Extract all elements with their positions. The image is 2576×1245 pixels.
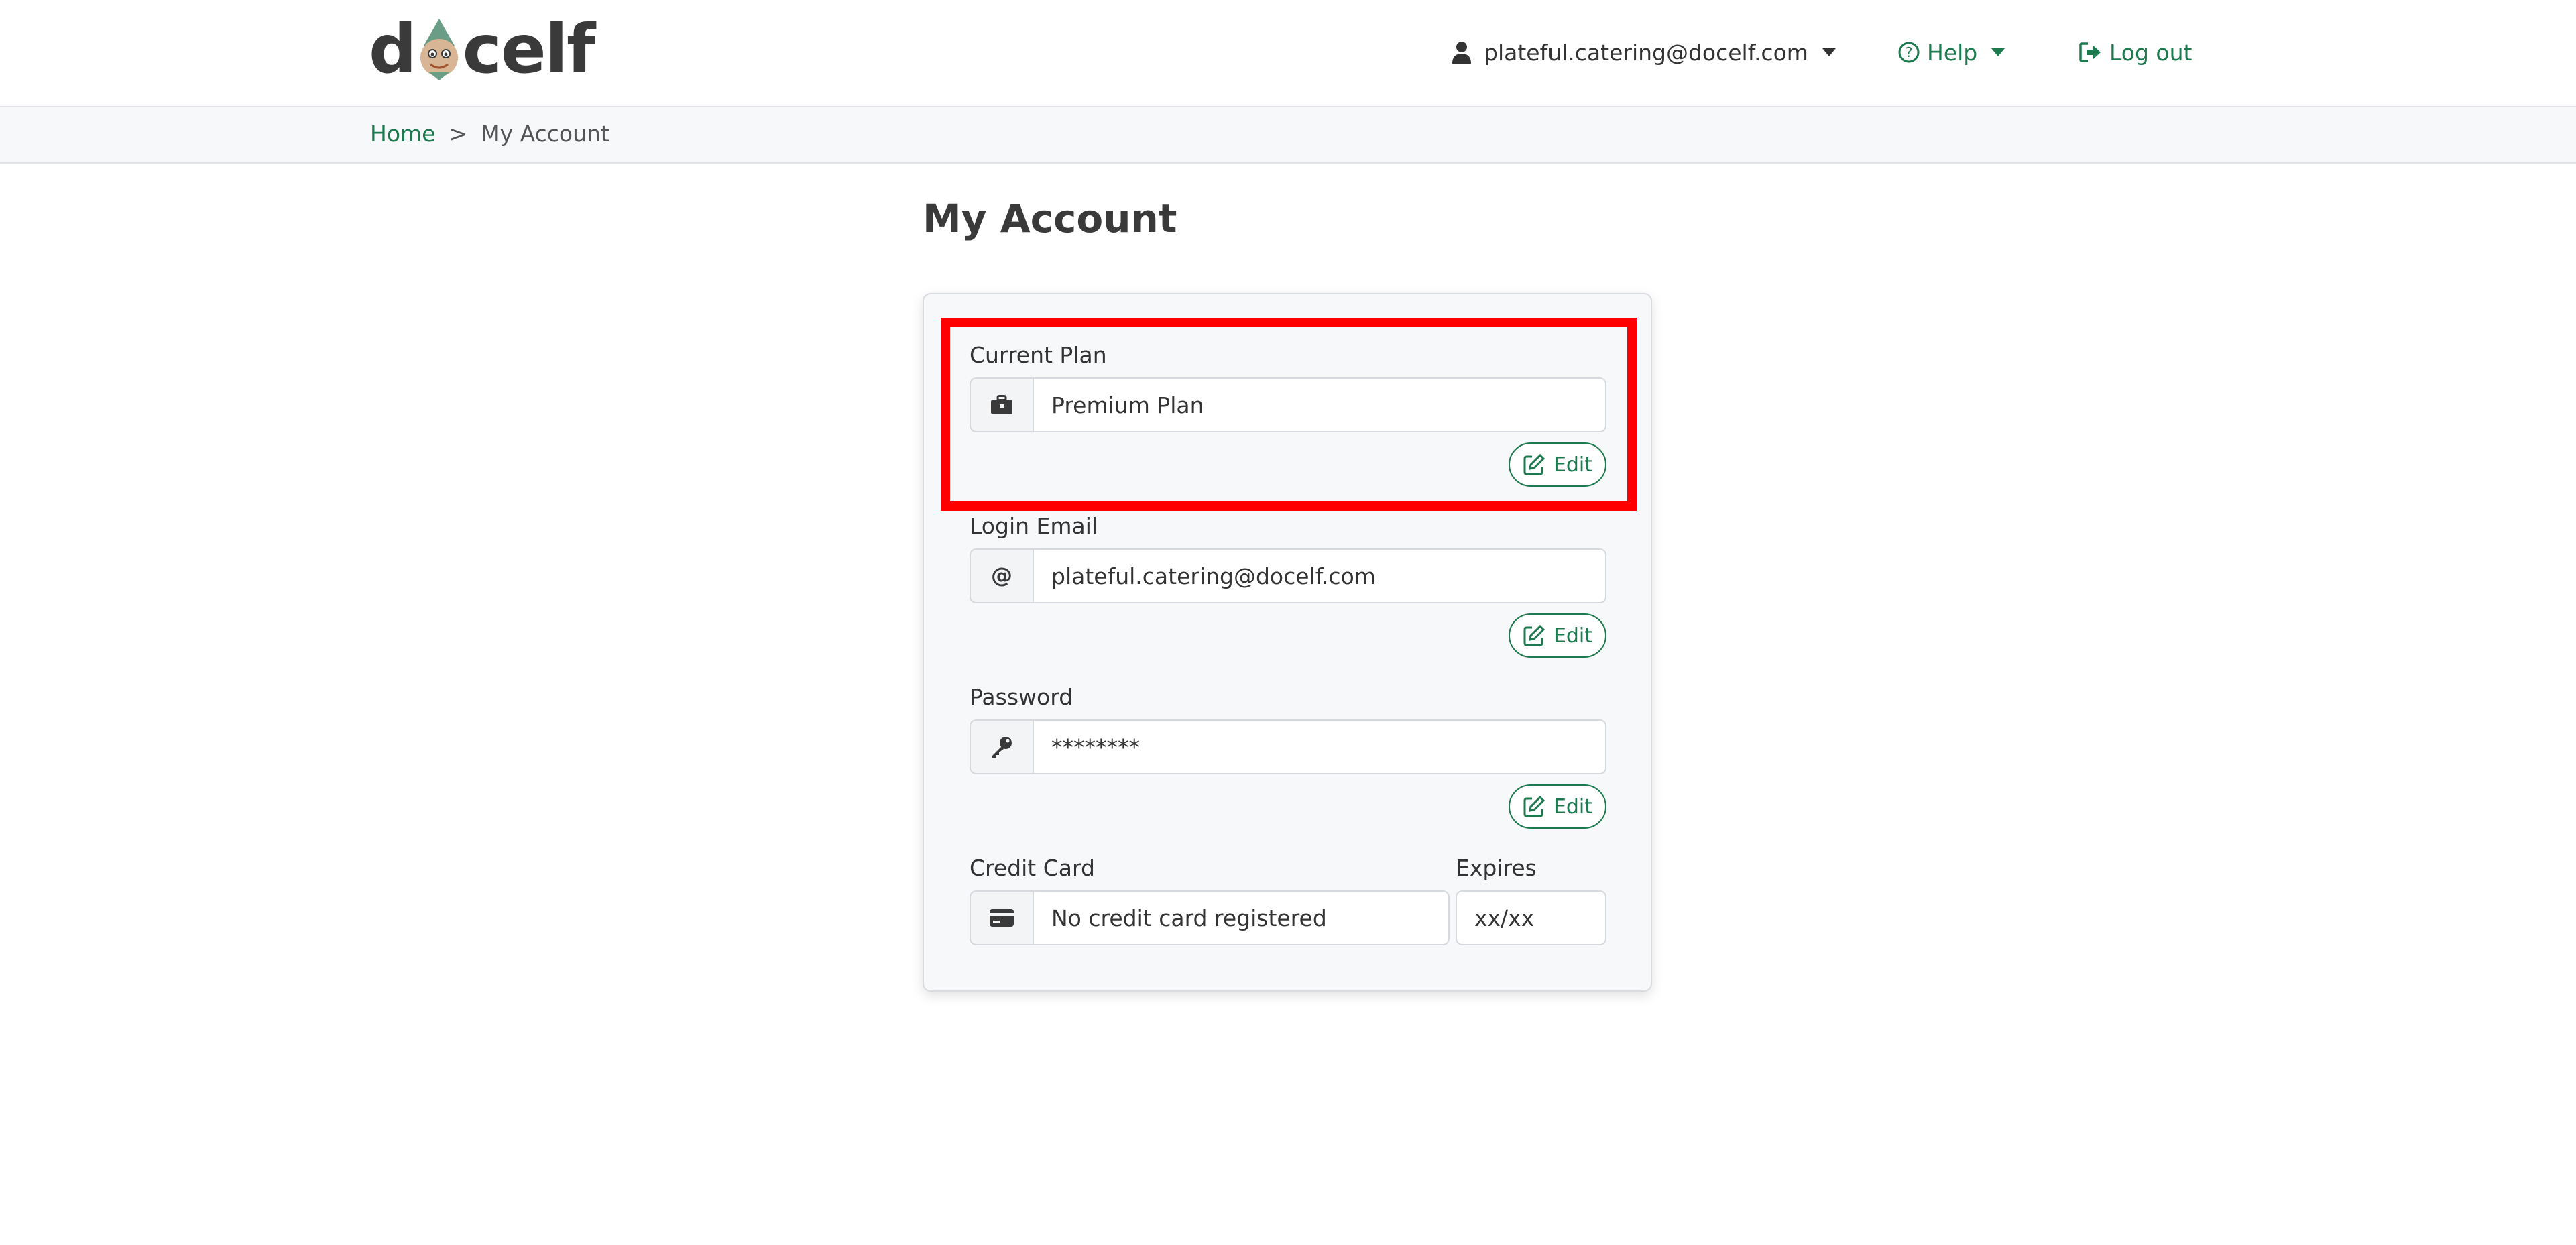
- edit-email-button[interactable]: Edit: [1509, 613, 1606, 658]
- logout-label: Log out: [2109, 39, 2192, 66]
- page-title: My Account: [923, 196, 1177, 241]
- breadcrumb: Home > My Account: [370, 121, 609, 147]
- docelf-logo[interactable]: d celf: [369, 10, 596, 88]
- user-menu[interactable]: plateful.catering@docelf.com: [1452, 35, 1849, 70]
- svg-text:?: ?: [1906, 44, 1913, 60]
- credit-card-icon: [970, 890, 1033, 945]
- current-plan-field[interactable]: Premium Plan: [1033, 377, 1606, 432]
- logo-text-right: celf: [462, 10, 596, 88]
- login-email-field[interactable]: plateful.catering@docelf.com: [1033, 548, 1606, 603]
- credit-card-group: No credit card registered: [970, 890, 1450, 945]
- password-field[interactable]: ********: [1033, 719, 1606, 774]
- password-group: ********: [970, 719, 1606, 774]
- key-icon: [970, 719, 1033, 774]
- credit-card-label: Credit Card: [970, 855, 1095, 881]
- expires-field[interactable]: xx/xx: [1456, 890, 1606, 945]
- edit-password-button[interactable]: Edit: [1509, 784, 1606, 829]
- logo-text-left: d: [369, 10, 417, 88]
- question-circle-icon: ?: [1898, 42, 1920, 63]
- edit-icon: [1523, 624, 1545, 646]
- elf-mascot-icon: [414, 16, 464, 83]
- briefcase-icon: [970, 377, 1033, 432]
- edit-email-label: Edit: [1553, 624, 1593, 648]
- help-label: Help: [1927, 39, 1978, 66]
- edit-plan-label: Edit: [1553, 453, 1593, 477]
- user-email: plateful.catering@docelf.com: [1484, 39, 1808, 66]
- logout-link[interactable]: Log out: [2079, 35, 2192, 70]
- help-menu[interactable]: ? Help: [1897, 35, 2005, 70]
- current-plan-label: Current Plan: [970, 342, 1107, 368]
- current-plan-group: Premium Plan: [970, 377, 1606, 432]
- breadcrumb-separator: >: [449, 121, 468, 147]
- user-icon: [1452, 42, 1471, 64]
- edit-icon: [1523, 795, 1545, 817]
- svg-text:@: @: [991, 565, 1012, 587]
- breadcrumb-home-link[interactable]: Home: [370, 121, 435, 147]
- breadcrumb-bar: Home > My Account: [0, 106, 2576, 164]
- login-email-label: Login Email: [970, 513, 1098, 539]
- chevron-down-icon: [1822, 48, 1836, 56]
- edit-plan-button[interactable]: Edit: [1509, 442, 1606, 487]
- top-navbar: d celf plateful.catering@docelf.com ? He…: [0, 0, 2576, 106]
- expires-label: Expires: [1456, 855, 1537, 881]
- at-icon: @: [970, 548, 1033, 603]
- breadcrumb-current: My Account: [481, 121, 609, 147]
- chevron-down-icon: [1991, 48, 2005, 56]
- login-email-group: @ plateful.catering@docelf.com: [970, 548, 1606, 603]
- sign-out-icon: [2079, 42, 2101, 62]
- password-label: Password: [970, 684, 1073, 710]
- credit-card-field[interactable]: No credit card registered: [1033, 890, 1450, 945]
- edit-icon: [1523, 453, 1545, 475]
- edit-password-label: Edit: [1553, 794, 1593, 819]
